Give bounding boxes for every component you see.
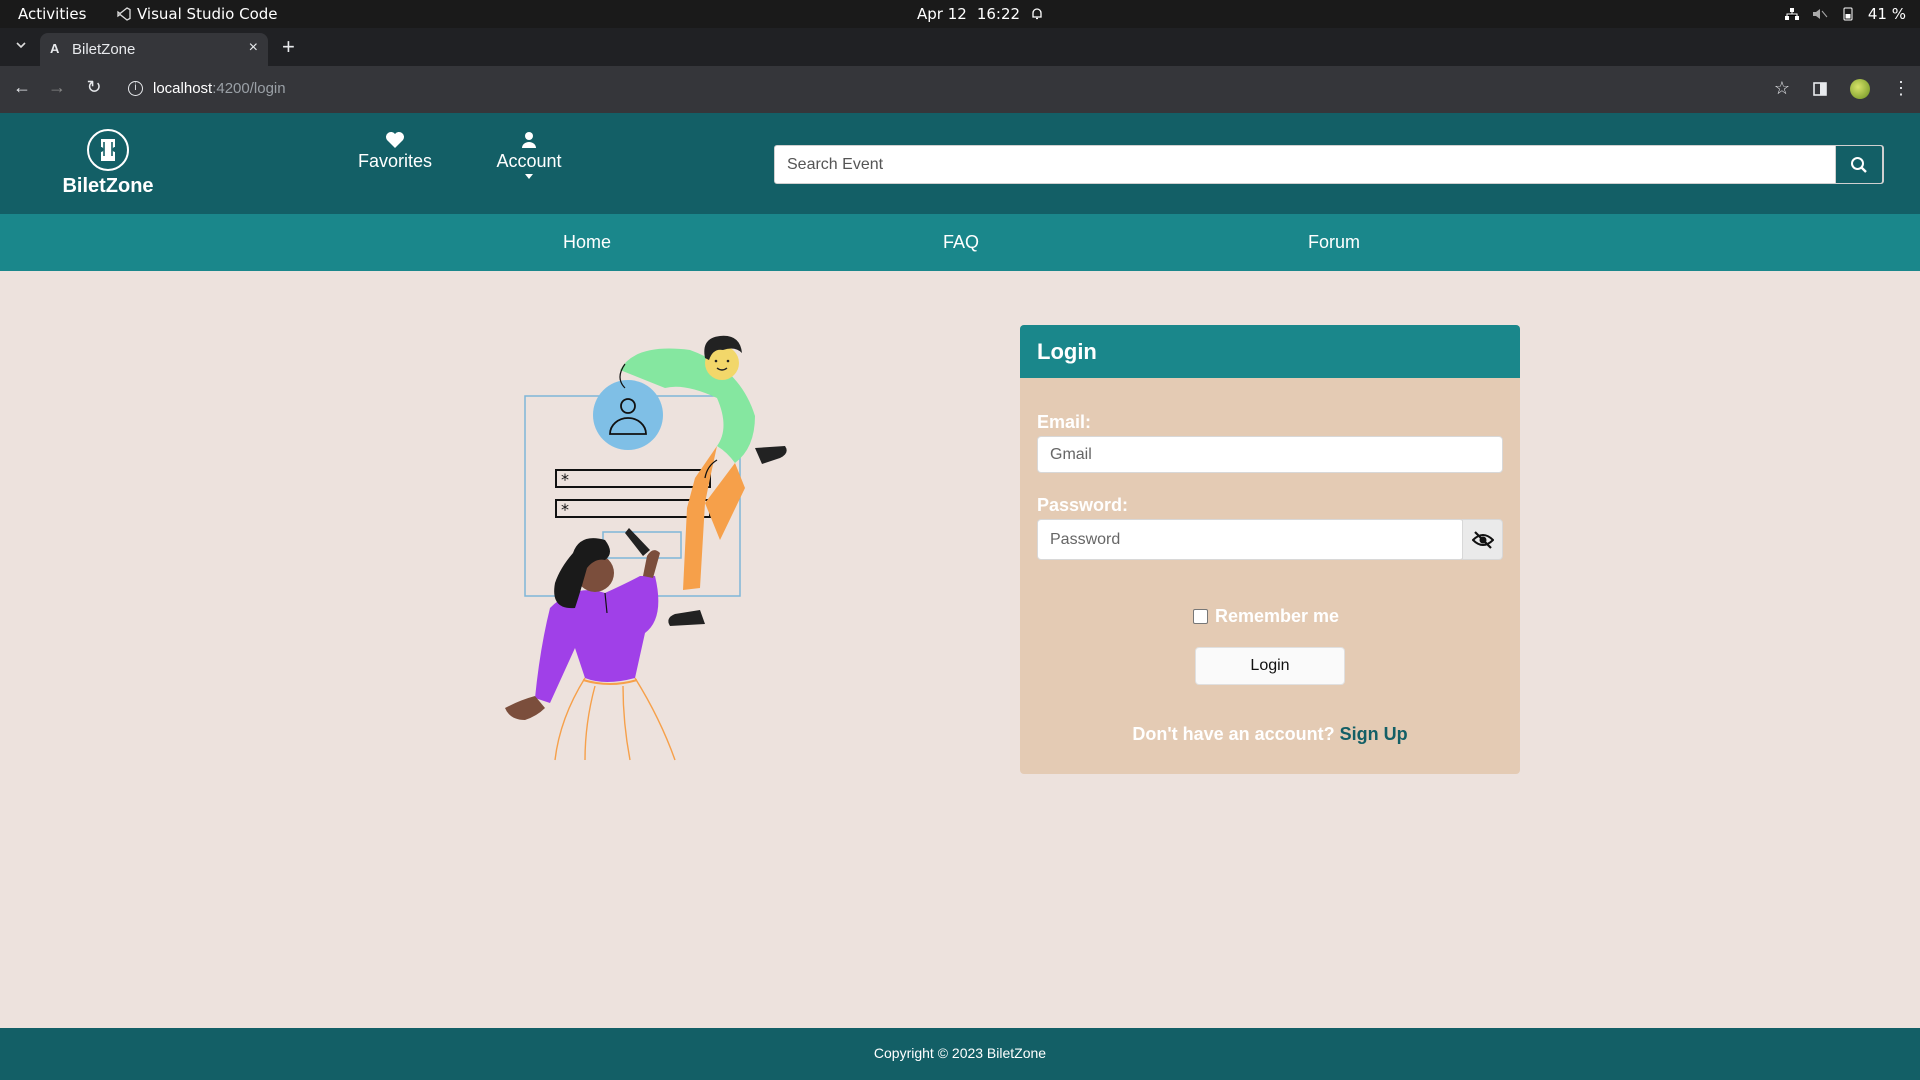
ticket-icon [87, 129, 129, 171]
login-title: Login [1020, 325, 1520, 378]
site-info-icon[interactable]: i [128, 81, 143, 96]
search-button[interactable] [1835, 145, 1883, 184]
remember-me-label: Remember me [1215, 606, 1340, 626]
browser-toolbar: ← → ↻ i localhost:4200/login ☆ ⋮ [0, 66, 1920, 113]
nav-forum[interactable]: Forum [1308, 232, 1360, 253]
app-header: BiletZone Favorites Account [0, 113, 1920, 214]
password-field[interactable] [1037, 519, 1464, 560]
eye-slash-icon [1471, 530, 1494, 549]
login-card: Login Email: Password: Remember me Login… [1020, 325, 1520, 774]
account-label: Account [496, 151, 562, 171]
os-top-bar: Activities Visual Studio Code Apr 12 16:… [0, 0, 1920, 28]
clock-time: 16:22 [976, 5, 1021, 23]
no-account-text: Don't have an account? [1132, 724, 1335, 744]
search-bar [774, 145, 1884, 184]
forward-icon[interactable]: → [45, 77, 69, 98]
browser-tab-active[interactable]: A BiletZone × [40, 33, 268, 66]
secondary-nav: Home FAQ Forum [0, 214, 1920, 271]
search-input[interactable] [775, 146, 1836, 183]
activities-button[interactable]: Activities [18, 5, 86, 23]
brand-logo[interactable]: BiletZone [58, 129, 158, 198]
signup-prompt: Don't have an account? Sign Up [1020, 724, 1520, 745]
toggle-password-button[interactable] [1462, 519, 1503, 560]
volume-muted-icon [1812, 9, 1828, 19]
tab-close-icon[interactable]: × [249, 39, 258, 57]
active-app-indicator[interactable]: Visual Studio Code [117, 5, 278, 23]
profile-avatar[interactable] [1850, 78, 1870, 99]
clock[interactable]: Apr 12 16:22 [917, 5, 1044, 23]
brand-name: BiletZone [62, 175, 154, 197]
remember-me[interactable]: Remember me [1193, 606, 1339, 627]
url-path: :4200/login [212, 80, 286, 97]
heart-icon [386, 132, 404, 148]
copyright-text: Copyright © 2023 BiletZone [873, 1045, 1047, 1061]
email-field[interactable] [1037, 436, 1503, 473]
bookmark-star-icon[interactable]: ☆ [1774, 78, 1790, 99]
vscode-icon [117, 7, 131, 21]
tab-search-button[interactable] [10, 36, 32, 58]
tab-title: BiletZone [72, 41, 136, 58]
reload-icon[interactable]: ↻ [82, 77, 106, 98]
bell-icon [1032, 8, 1042, 20]
back-icon[interactable]: ← [10, 77, 34, 98]
tab-favicon: A [50, 41, 60, 56]
side-panel-icon[interactable] [1812, 81, 1828, 97]
url-host: localhost [153, 80, 213, 97]
footer: Copyright © 2023 BiletZone [0, 1028, 1920, 1080]
clock-date: Apr 12 [917, 5, 967, 23]
active-app-name: Visual Studio Code [137, 5, 278, 23]
battery-icon [1843, 7, 1853, 21]
nav-home[interactable]: Home [563, 232, 611, 253]
svg-text:*: * [561, 470, 569, 489]
remember-me-checkbox[interactable] [1193, 609, 1208, 624]
chevron-down-icon [16, 42, 26, 49]
system-tray[interactable]: 41 % [1784, 5, 1906, 23]
browser-tab-strip: A BiletZone × + [0, 28, 1920, 66]
kebab-menu-icon[interactable]: ⋮ [1892, 78, 1910, 99]
account-menu[interactable]: Account [493, 131, 565, 179]
email-label: Email: [1037, 412, 1092, 432]
login-button[interactable]: Login [1195, 647, 1345, 685]
favorites-link[interactable]: Favorites [357, 131, 433, 172]
favorites-label: Favorites [357, 151, 433, 171]
login-illustration: * * [505, 335, 787, 761]
caret-down-icon [525, 174, 533, 179]
nav-faq[interactable]: FAQ [943, 232, 979, 253]
user-icon [522, 132, 536, 148]
search-icon [1851, 156, 1867, 173]
password-label: Password: [1037, 495, 1129, 515]
address-bar[interactable]: i localhost:4200/login [128, 80, 286, 97]
svg-text:*: * [561, 500, 569, 519]
network-icon [1784, 8, 1799, 20]
battery-percent: 41 % [1867, 5, 1906, 23]
signup-link[interactable]: Sign Up [1340, 724, 1408, 744]
new-tab-button[interactable]: + [282, 34, 295, 60]
